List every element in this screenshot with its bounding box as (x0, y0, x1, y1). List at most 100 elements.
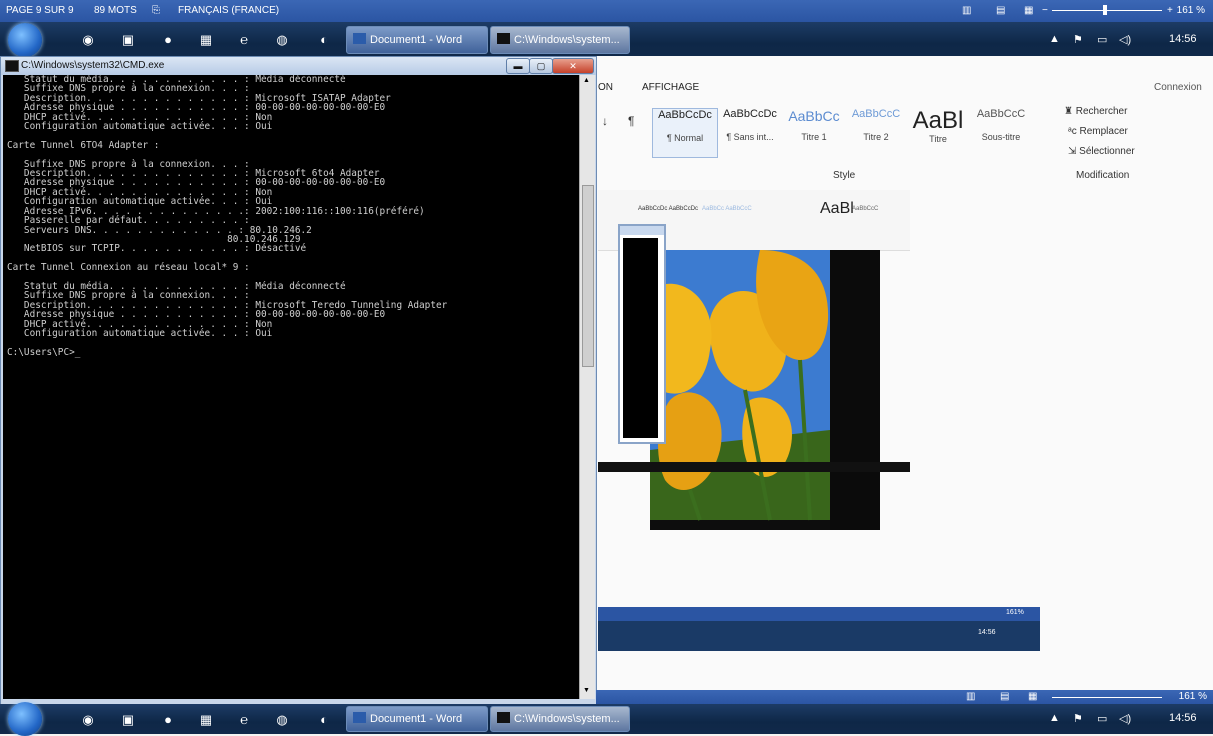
explorer-icon[interactable]: ▣ (120, 32, 136, 48)
media-player-icon[interactable]: ● (160, 712, 176, 728)
rechercher-button[interactable]: ♜ Rechercher (1064, 106, 1127, 117)
tab-affichage[interactable]: AFFICHAGE (642, 82, 699, 93)
show-hidden-icon[interactable]: ▲ (1049, 33, 1060, 45)
minimize-button[interactable]: ▬ (506, 58, 530, 74)
style-sample: AaBbCcDc (723, 108, 777, 120)
print-layout-icon[interactable]: ▤ (996, 5, 1005, 16)
ie-icon[interactable]: ◉ (80, 32, 96, 48)
word-icon (353, 712, 366, 723)
close-button[interactable]: ✕ (552, 58, 594, 74)
svg-text:AaBbCcC: AaBbCcC (852, 206, 879, 212)
files-icon[interactable]: ▦ (198, 32, 214, 48)
web-layout-icon[interactable]: ▦ (1024, 5, 1033, 16)
scrollbar-thumb[interactable] (582, 185, 594, 367)
read-mode-icon[interactable]: ▥ (962, 5, 971, 16)
flag-icon[interactable]: ⚑ (1073, 712, 1083, 725)
console-line: Carte Tunnel 6TO4 Adapter : (7, 139, 160, 151)
taskbar-cmd-button[interactable]: C:\Windows\system... (490, 706, 630, 732)
clock[interactable]: 14:56 (1169, 712, 1197, 724)
zoom-level[interactable]: 161 % (1177, 5, 1205, 16)
selectionner-button[interactable]: ⇲ Sélectionner (1068, 146, 1135, 157)
taskbar-top: ◉ ▣ ● ▦ ℮ ◍ ◐ Document1 - Word C:\Window… (0, 22, 1213, 58)
language-indicator[interactable]: FRANÇAIS (FRANCE) (178, 5, 279, 16)
flag-icon[interactable]: ⚑ (1073, 33, 1083, 46)
start-button[interactable] (8, 702, 42, 736)
select-icon: ⇲ (1068, 146, 1080, 157)
nested-taskbar: 161% 14:56 (598, 607, 1040, 651)
cmd-window[interactable]: C:\Windows\system32\CMD.exe ▬ ▢ ✕ Statut… (0, 56, 597, 706)
style-sous-titre[interactable]: AaBbCcC Sous-titre (970, 108, 1032, 156)
console-line: Configuration automatique activée. . . :… (7, 327, 273, 339)
style-sans-interligne[interactable]: AaBbCcDc ¶ Sans int... (720, 108, 780, 156)
files-icon[interactable]: ▦ (198, 712, 214, 728)
proofing-icon[interactable]: ⎘ (152, 5, 160, 16)
scroll-up-icon[interactable]: ▲ (583, 77, 590, 84)
maximize-button[interactable]: ▢ (529, 58, 553, 74)
network-icon[interactable]: ▭ (1097, 712, 1107, 725)
cmd-icon (497, 712, 510, 723)
app-icon[interactable]: ◐ (316, 32, 332, 48)
connexion-link[interactable]: Connexion (1154, 82, 1202, 93)
network-icon[interactable]: ▭ (1097, 33, 1107, 46)
style-titre-1[interactable]: AaBbCc Titre 1 (784, 108, 844, 156)
zoom-level[interactable]: 161 % (1179, 691, 1207, 702)
rechercher-label: Rechercher (1075, 106, 1128, 117)
print-layout-icon[interactable]: ▤ (1000, 691, 1009, 702)
zoom-slider[interactable] (1052, 10, 1162, 11)
sort-icon[interactable]: ↓ (602, 114, 608, 128)
web-layout-icon[interactable]: ▦ (1028, 691, 1037, 702)
volume-icon[interactable]: ◁) (1119, 712, 1131, 725)
word-count[interactable]: 89 MOTS (94, 5, 137, 16)
volume-icon[interactable]: ◁) (1119, 33, 1131, 46)
word-icon (353, 33, 366, 44)
taskbar-word-button[interactable]: Document1 - Word (346, 26, 488, 54)
nested-cmd-titlebar (620, 226, 664, 235)
clock[interactable]: 14:56 (1169, 33, 1197, 45)
style-sample: AaBbCcDc (658, 109, 712, 121)
tab-on[interactable]: ON (598, 82, 613, 93)
scroll-down-icon[interactable]: ▼ (583, 687, 590, 694)
browser-icon[interactable]: ℮ (236, 32, 252, 48)
taskbar-word-button[interactable]: Document1 - Word (346, 706, 488, 732)
console-scrollbar[interactable]: ▲ ▼ (579, 75, 595, 699)
media-player-icon[interactable]: ● (160, 32, 176, 48)
zoom-slider[interactable] (1052, 697, 1162, 698)
taskbar-word-label: Document1 - Word (370, 713, 463, 725)
remplacer-label: Remplacer (1079, 126, 1128, 137)
taskbar-word-label: Document1 - Word (370, 34, 463, 46)
style-normal[interactable]: AaBbCcDc ¶ Normal (652, 108, 718, 158)
remplacer-button[interactable]: ᵃc Remplacer (1068, 126, 1128, 137)
photo-viewer-controls (598, 462, 910, 472)
zoom-slider-thumb[interactable] (1103, 5, 1107, 15)
chrome-icon[interactable]: ◍ (274, 32, 290, 48)
page-indicator[interactable]: PAGE 9 SUR 9 (6, 5, 74, 16)
zoom-out-button[interactable]: − (1042, 5, 1048, 16)
chrome-icon[interactable]: ◍ (274, 712, 290, 728)
pilcrow-icon[interactable]: ¶ (628, 114, 634, 128)
system-tray: ▲ ⚑ ▭ ◁) 14:56 (1043, 22, 1213, 58)
word-status-bar: PAGE 9 SUR 9 89 MOTS ⎘ FRANÇAIS (FRANCE)… (0, 0, 1213, 22)
nested-clock: 14:56 (978, 629, 996, 636)
style-titre-2[interactable]: AaBbCcC Titre 2 (846, 108, 906, 156)
style-titre[interactable]: AaBl Titre (910, 108, 966, 156)
start-button[interactable] (8, 23, 42, 57)
pasted-screenshot[interactable]: AaBbCcDc AaBbCcDc AaBbCc AaBbCcC AaBl Aa… (598, 190, 910, 540)
cmd-titlebar[interactable]: C:\Windows\system32\CMD.exe ▬ ▢ ✕ (1, 57, 596, 75)
console-output[interactable]: Statut du média. . . . . . . . . . . . :… (3, 75, 582, 699)
zoom-in-button[interactable]: + (1167, 5, 1173, 16)
browser-icon[interactable]: ℮ (236, 712, 252, 728)
app-icon[interactable]: ◐ (316, 712, 332, 728)
read-mode-icon[interactable]: ▥ (966, 691, 975, 702)
taskbar-cmd-label: C:\Windows\system... (514, 713, 620, 725)
show-hidden-icon[interactable]: ▲ (1049, 712, 1060, 724)
group-label-style: Style (833, 170, 856, 181)
explorer-icon[interactable]: ▣ (120, 712, 136, 728)
style-label: ¶ Normal (666, 133, 704, 143)
nested-zoom: 161% (1006, 609, 1024, 616)
style-sample: AaBbCcC (851, 108, 901, 120)
tulip-image (650, 250, 880, 530)
ie-icon[interactable]: ◉ (80, 712, 96, 728)
taskbar-cmd-label: C:\Windows\system... (514, 34, 620, 46)
taskbar-cmd-button[interactable]: C:\Windows\system... (490, 26, 630, 54)
